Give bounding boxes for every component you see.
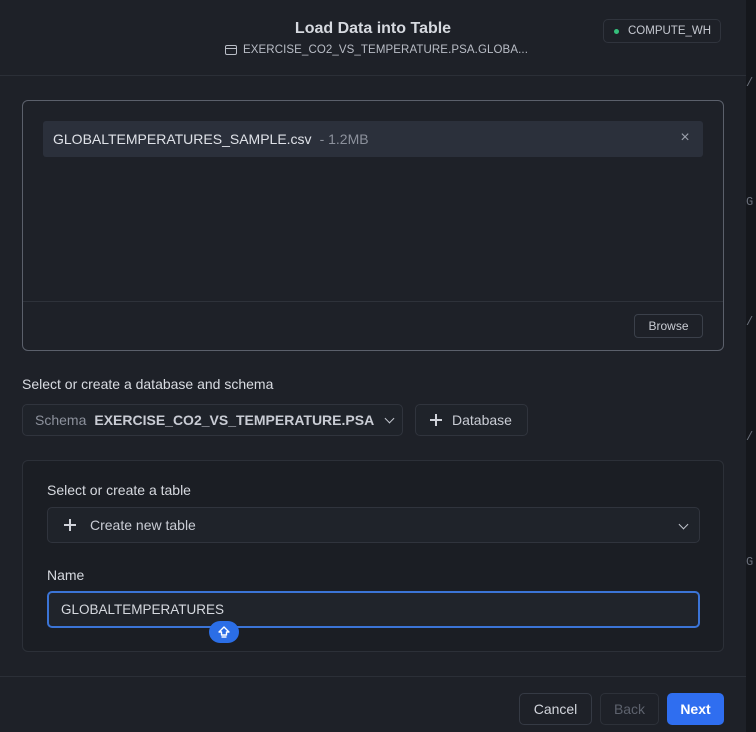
file-drop-zone[interactable]: GLOBALTEMPERATURES_SAMPLE.csv - 1.2MB × … [22,100,724,351]
table-card: Select or create a table Create new tabl… [22,460,724,652]
table-dropdown[interactable]: Create new table [47,507,700,543]
status-dot-icon [614,28,619,34]
schema-key: Schema [35,412,87,428]
plus-icon [430,414,442,426]
caps-lock-icon [209,621,239,643]
cancel-button[interactable]: Cancel [519,693,592,725]
schema-dropdown[interactable]: Schema EXERCISE_CO2_VS_TEMPERATURE.PSA [22,404,403,436]
divider [23,301,723,302]
file-name: GLOBALTEMPERATURES_SAMPLE.csv [53,131,312,147]
add-database-button[interactable]: Database [415,404,528,436]
dialog-header: Load Data into Table EXERCISE_CO2_VS_TEM… [0,0,746,76]
warehouse-selector[interactable]: COMPUTE_WH [603,19,722,43]
browse-button[interactable]: Browse [634,314,703,338]
table-name-input[interactable]: GLOBALTEMPERATURES [47,591,700,628]
database-label: Database [452,412,512,428]
target-path-text: EXERCISE_CO2_VS_TEMPERATURE.PSA.GLOBA... [243,44,528,56]
target-path: EXERCISE_CO2_VS_TEMPERATURE.PSA.GLOBA... [225,44,528,56]
db-schema-label: Select or create a database and schema [22,376,274,392]
schema-value: EXERCISE_CO2_VS_TEMPERATURE.PSA [94,412,375,428]
footer-divider [0,676,746,677]
table-icon [225,45,237,55]
next-button[interactable]: Next [667,693,724,725]
table-select-label: Select or create a table [47,482,191,498]
file-size: - 1.2MB [319,131,369,147]
chevron-down-icon [678,519,689,530]
chevron-down-icon [384,413,395,423]
background-editor: / G / / G [746,0,756,732]
close-icon[interactable]: × [677,130,693,146]
uploaded-file: GLOBALTEMPERATURES_SAMPLE.csv - 1.2MB × [43,121,703,157]
load-data-dialog: Load Data into Table EXERCISE_CO2_VS_TEM… [0,0,746,732]
table-dropdown-value: Create new table [90,517,196,533]
back-button[interactable]: Back [600,693,659,725]
plus-icon [64,519,76,531]
name-label: Name [47,567,85,583]
warehouse-name: COMPUTE_WH [628,25,712,37]
